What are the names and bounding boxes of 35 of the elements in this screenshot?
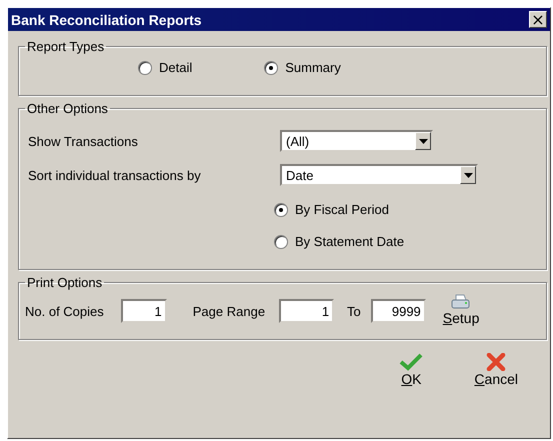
group-label: Report Types bbox=[26, 39, 106, 54]
dropdown-value: Date bbox=[285, 168, 314, 182]
radio-option[interactable]: By Statement Date bbox=[274, 234, 546, 249]
field-label: Show Transactions bbox=[27, 134, 139, 148]
radio-option[interactable]: By Fiscal Period bbox=[274, 202, 546, 217]
group-label: Print Options bbox=[26, 275, 104, 290]
window-title: Bank Reconciliation Reports bbox=[11, 12, 202, 28]
checkmark-icon bbox=[399, 353, 424, 371]
field-label: No. of Copies bbox=[25, 304, 104, 318]
close-button[interactable]: × bbox=[529, 11, 547, 28]
ok-button[interactable]: OK bbox=[399, 353, 424, 387]
radio-label: By Statement Date bbox=[295, 234, 404, 249]
radio-label: Summary bbox=[285, 60, 341, 75]
field-label: Sort individual transactions by bbox=[27, 168, 202, 182]
field-label: To bbox=[347, 304, 361, 318]
dropdown-value: (All) bbox=[285, 134, 310, 148]
field-label: Page Range bbox=[192, 304, 266, 318]
cross-icon bbox=[486, 353, 506, 371]
radio-button[interactable] bbox=[138, 60, 152, 74]
radio-label: By Fiscal Period bbox=[295, 202, 389, 217]
radio-option[interactable]: Detail bbox=[138, 60, 192, 75]
radio-button[interactable] bbox=[274, 202, 288, 216]
dropdown[interactable]: (All) bbox=[280, 130, 433, 152]
radio-button[interactable] bbox=[274, 234, 288, 248]
group-label: Other Options bbox=[26, 101, 109, 116]
dropdown[interactable]: Date bbox=[280, 164, 478, 186]
printer-icon bbox=[451, 294, 472, 310]
copies-field[interactable]: 1 bbox=[120, 299, 167, 323]
radio-button[interactable] bbox=[264, 60, 278, 74]
radio-label: Detail bbox=[159, 60, 192, 75]
page-from-field[interactable]: 1 bbox=[279, 299, 334, 323]
radio-option[interactable]: Summary bbox=[264, 60, 341, 75]
page-to-field[interactable]: 9999 bbox=[370, 299, 426, 323]
cancel-button[interactable]: Cancel bbox=[474, 353, 518, 387]
setup-button[interactable]: Setup bbox=[442, 294, 480, 326]
